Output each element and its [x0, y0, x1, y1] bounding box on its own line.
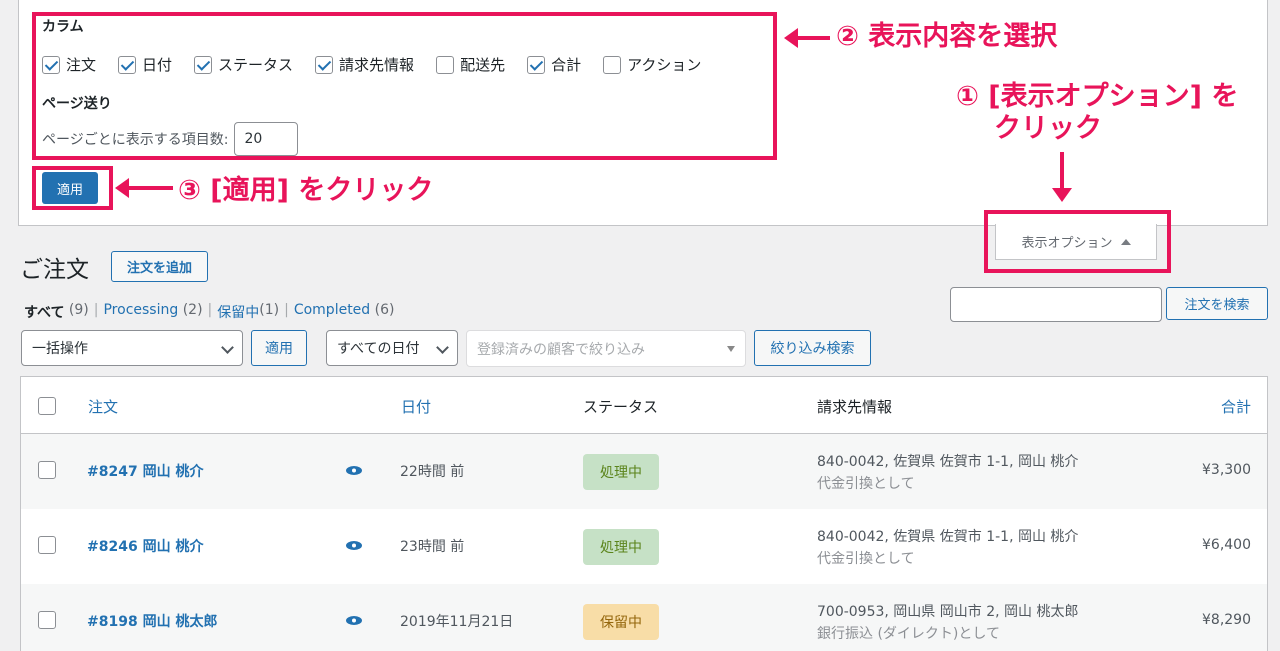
status-badge: 処理中	[583, 529, 659, 565]
column-header-total[interactable]: 合計	[1221, 396, 1251, 417]
annotation-box-screen-options	[984, 210, 1171, 273]
annotation-box-apply	[32, 166, 113, 210]
customer-filter-select[interactable]: 登録済みの顧客で絞り込み	[466, 330, 746, 367]
billing-info: 840-0042, 佐賀県 佐賀市 1-1, 岡山 桃介 代金引換として	[817, 526, 1078, 570]
filter-button[interactable]: 絞り込み検索	[754, 330, 871, 366]
billing-address: 840-0042, 佐賀県 佐賀市 1-1, 岡山 桃介	[817, 454, 1079, 470]
filter-count: (2)	[182, 302, 203, 318]
filter-count: (6)	[374, 302, 395, 318]
annotation-step3: ③ [適用] をクリック	[178, 175, 434, 206]
order-link[interactable]: #8198 岡山 桃太郎	[87, 611, 217, 631]
status-badge: 処理中	[583, 454, 659, 490]
billing-info: 700-0953, 岡山県 岡山市 2, 岡山 桃太郎 銀行振込 (ダイレクト)と…	[817, 601, 1078, 645]
payment-method: 代金引換として	[817, 551, 915, 567]
separator: |	[207, 302, 213, 318]
order-date: 22時間 前	[400, 464, 465, 480]
table-header: 注文 日付 ステータス 請求先情報 合計	[21, 377, 1267, 434]
status-badge: 保留中	[583, 604, 659, 640]
customer-filter-placeholder: 登録済みの顧客で絞り込み	[477, 341, 645, 358]
order-link[interactable]: #8246 岡山 桃介	[87, 536, 203, 556]
arrow-left-icon	[784, 28, 830, 48]
billing-info: 840-0042, 佐賀県 佐賀市 1-1, 岡山 桃介 代金引換として	[817, 451, 1078, 495]
order-link[interactable]: #8247 岡山 桃介	[87, 461, 203, 481]
filter-processing[interactable]: Processing	[103, 302, 178, 322]
bulk-action-value: 一括操作	[32, 341, 88, 357]
annotation-step2: ② 表示内容を選択	[836, 21, 1058, 52]
arrow-left-icon	[115, 178, 173, 198]
row-checkbox[interactable]	[38, 461, 56, 479]
order-date: 23時間 前	[400, 539, 465, 555]
chevron-down-icon	[436, 341, 449, 354]
caret-down-icon	[727, 346, 735, 352]
payment-method: 代金引換として	[817, 476, 915, 492]
eye-icon[interactable]	[346, 541, 362, 550]
filter-count: (9)	[68, 302, 89, 318]
chevron-down-icon	[221, 341, 234, 354]
separator: |	[93, 302, 99, 318]
date-filter-value: すべての日付	[337, 341, 420, 357]
column-header-date[interactable]: 日付	[401, 396, 431, 417]
search-orders-button[interactable]: 注文を検索	[1166, 287, 1268, 320]
select-all-checkbox[interactable]	[38, 397, 56, 415]
annotation-box-columns	[32, 12, 777, 160]
arrow-down-icon	[1052, 152, 1072, 202]
row-checkbox[interactable]	[38, 536, 56, 554]
order-total: ¥3,300	[1202, 462, 1251, 478]
orders-table: 注文 日付 ステータス 請求先情報 合計 #8247 岡山 桃介 22時間 前 …	[20, 376, 1268, 651]
column-header-status: ステータス	[583, 398, 659, 416]
billing-address: 840-0042, 佐賀県 佐賀市 1-1, 岡山 桃介	[817, 529, 1079, 545]
table-row: #8246 岡山 桃介 23時間 前 処理中 840-0042, 佐賀県 佐賀市…	[21, 509, 1267, 584]
column-header-billing: 請求先情報	[817, 398, 893, 416]
billing-address: 700-0953, 岡山県 岡山市 2, 岡山 桃太郎	[817, 604, 1079, 620]
date-filter-select[interactable]: すべての日付	[326, 330, 458, 366]
bulk-action-select[interactable]: 一括操作	[21, 330, 243, 366]
order-search-input[interactable]	[950, 287, 1162, 322]
separator: |	[284, 302, 289, 318]
eye-icon[interactable]	[346, 616, 362, 625]
order-total: ¥6,400	[1202, 537, 1251, 553]
filter-all[interactable]: すべて	[24, 302, 64, 322]
filter-completed[interactable]: Completed	[294, 302, 370, 322]
order-total: ¥8,290	[1202, 612, 1251, 628]
table-row: #8247 岡山 桃介 22時間 前 処理中 840-0042, 佐賀県 佐賀市…	[21, 434, 1267, 509]
page-title: ご注文	[20, 257, 89, 283]
order-date: 2019年11月21日	[400, 614, 514, 630]
payment-method: 銀行振込 (ダイレクト)として	[817, 626, 1000, 642]
column-header-order[interactable]: 注文	[88, 396, 118, 417]
filter-count: (1)	[259, 302, 280, 318]
row-checkbox[interactable]	[38, 611, 56, 629]
status-filter-links: すべて (9) | Processing (2) | 保留中 (1) | Comp…	[24, 302, 394, 322]
bulk-apply-button[interactable]: 適用	[251, 330, 307, 366]
table-row: #8198 岡山 桃太郎 2019年11月21日 保留中 700-0953, 岡…	[21, 584, 1267, 651]
annotation-step1-line2: クリック	[994, 113, 1102, 144]
eye-icon[interactable]	[346, 466, 362, 475]
filter-onhold[interactable]: 保留中	[217, 302, 259, 322]
add-order-button[interactable]: 注文を追加	[111, 251, 208, 282]
